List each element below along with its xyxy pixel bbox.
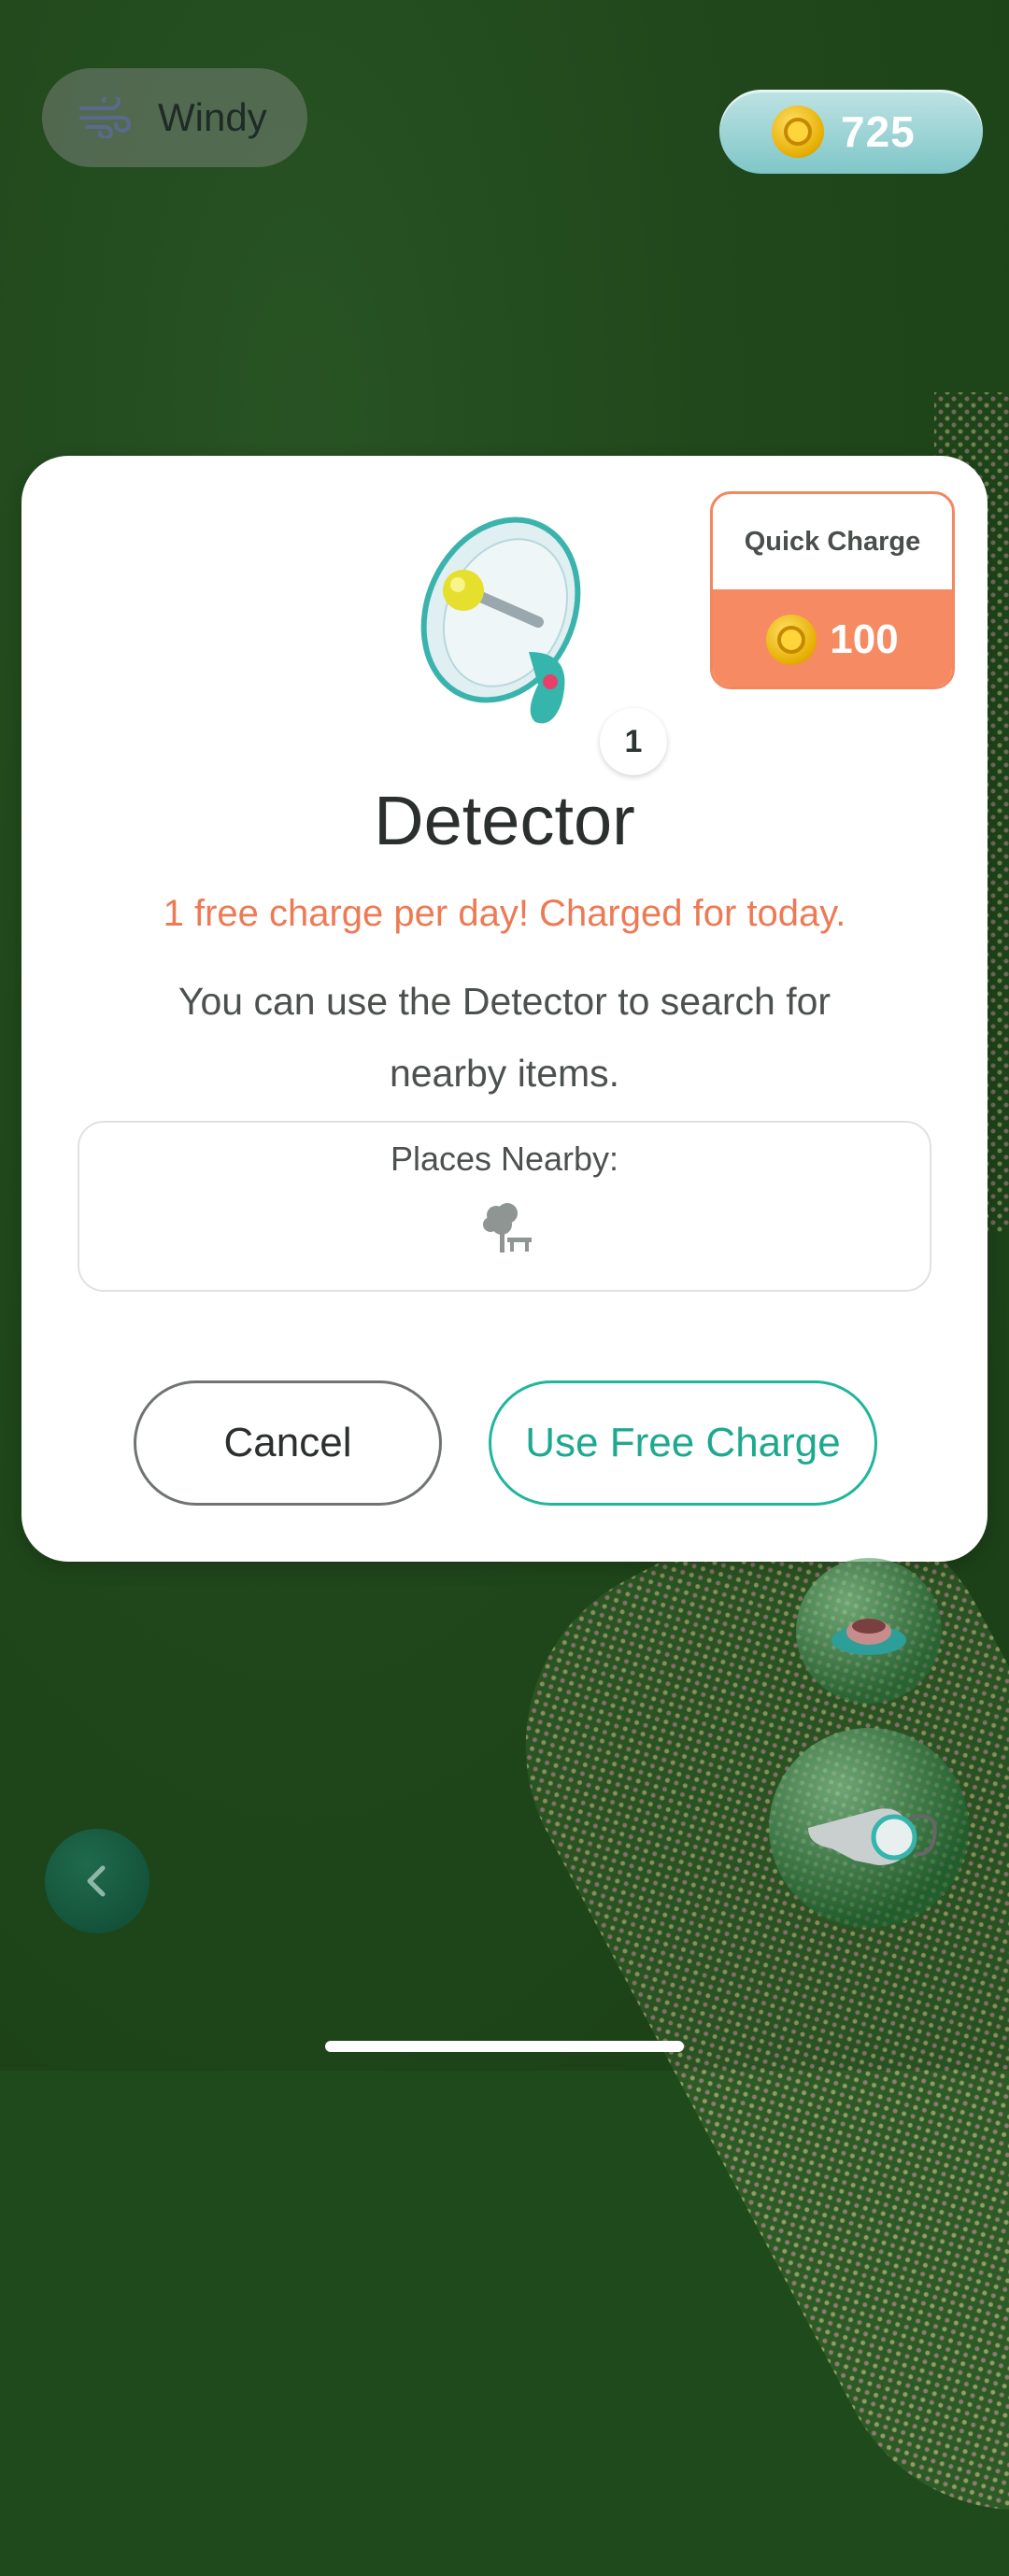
coin-icon [766,614,817,665]
free-charge-note: 1 free charge per day! Charged for today… [163,893,846,934]
whistle-icon [808,1808,937,1865]
weather-indicator[interactable]: Windy [42,68,307,167]
quick-charge-price-value: 100 [830,616,899,662]
food-bowl-icon [831,1619,906,1655]
coin-balance[interactable]: 725 [719,90,983,174]
weather-label: Windy [158,95,267,139]
detector-dialog: Quick Charge 100 1 Detector 1 free charg… [21,456,988,1562]
places-nearby-box: Places Nearby: [78,1121,931,1292]
wind-icon [79,97,131,138]
quick-charge-label: Quick Charge [744,526,921,557]
chevron-left-icon [87,1865,106,1897]
food-bowl-tool-button[interactable] [796,1558,942,1704]
quick-charge-price: 100 [713,589,952,686]
places-nearby-label: Places Nearby: [390,1139,619,1178]
item-count-badge: 1 [600,708,667,775]
use-free-charge-button[interactable]: Use Free Charge [489,1380,877,1506]
quick-charge-button[interactable]: Quick Charge 100 [710,491,955,689]
park-tree-bench-icon [483,1203,532,1253]
dialog-description: You can use the Detector to search for n… [178,980,831,1095]
whistle-tool-button[interactable] [769,1728,969,1928]
detector-icon [420,517,581,724]
home-indicator[interactable] [325,2041,684,2052]
dialog-title: Detector [374,782,635,859]
cancel-button[interactable]: Cancel [134,1380,442,1506]
coin-icon [772,106,824,158]
back-button[interactable] [45,1829,149,1933]
coin-count: 725 [841,107,916,156]
